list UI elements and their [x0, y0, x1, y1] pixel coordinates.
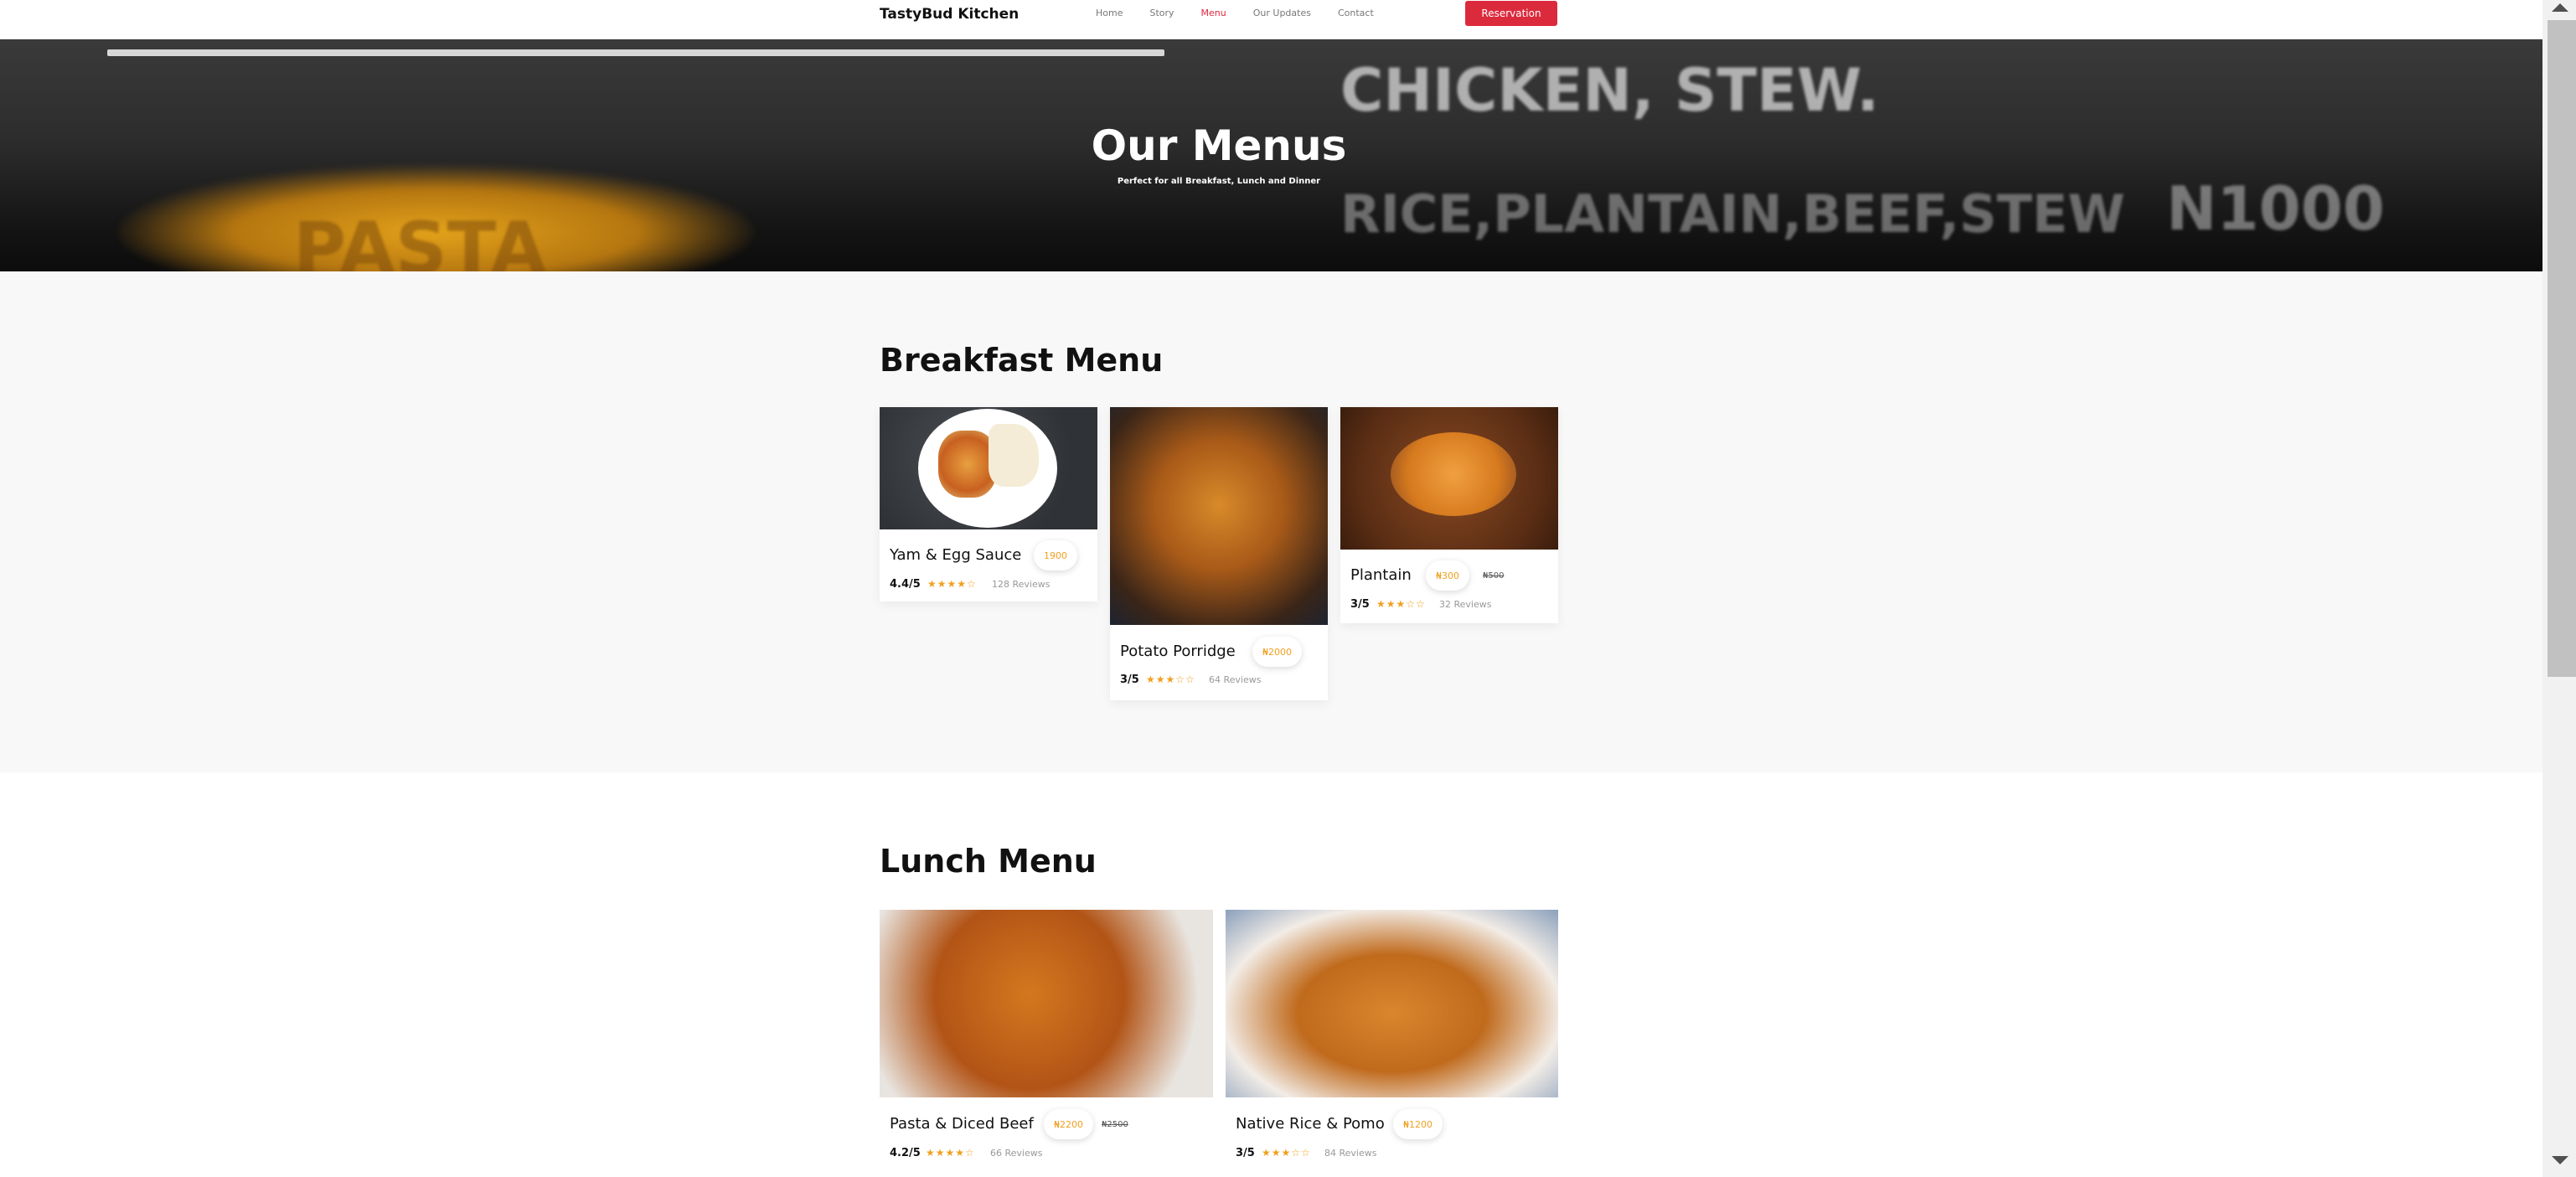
menu-card-potato-porridge[interactable]: Potato Porridge ₦2000 3/5 ★★★☆☆ 64 Revie… — [1110, 407, 1328, 700]
review-count: 66 Reviews — [990, 1148, 1043, 1159]
review-count: 128 Reviews — [992, 579, 1051, 590]
menu-card-native-rice[interactable]: Native Rice & Pomo ₦1200 3/5 ★★★☆☆ 84 Re… — [1226, 910, 1558, 1177]
price-badge: ₦2000 — [1252, 637, 1302, 667]
price-badge: ₦2200 — [1044, 1109, 1093, 1139]
star-rating-icon: ★★★☆☆ — [1146, 674, 1195, 685]
nav-link-contact[interactable]: Contact — [1338, 8, 1374, 19]
breakfast-title: Breakfast Menu — [880, 342, 1164, 379]
plantain-image — [1340, 407, 1558, 550]
nav-link-home[interactable]: Home — [1096, 8, 1123, 19]
nav-link-updates[interactable]: Our Updates — [1253, 8, 1311, 19]
item-name: Native Rice & Pomo — [1236, 1115, 1385, 1133]
scroll-up-arrow-icon[interactable] — [2552, 3, 2568, 12]
reservation-button[interactable]: Reservation — [1465, 1, 1557, 26]
native-rice-image — [1226, 910, 1558, 1097]
scrollbar-thumb[interactable] — [2548, 20, 2576, 677]
item-rating: 4.4/5 — [890, 578, 921, 591]
lunch-section: Lunch Menu Pasta & Diced Beef ₦2200 ₦250… — [0, 772, 2542, 1177]
menu-card-yam[interactable]: Yam & Egg Sauce 1900 4.4/5 ★★★★☆ 128 Rev… — [880, 407, 1097, 601]
nav-link-story[interactable]: Story — [1149, 8, 1174, 19]
lunch-title: Lunch Menu — [880, 843, 1097, 880]
item-rating: 4.2/5 — [890, 1147, 921, 1159]
menu-card-plantain[interactable]: Plantain ₦300 ₦500 3/5 ★★★☆☆ 32 Reviews — [1340, 407, 1558, 623]
nav-link-menu[interactable]: Menu — [1201, 8, 1226, 19]
item-rating: 3/5 — [1120, 674, 1139, 686]
star-rating-icon: ★★★★☆ — [926, 1147, 975, 1159]
price-badge: 1900 — [1034, 540, 1077, 570]
star-rating-icon: ★★★☆☆ — [1262, 1147, 1311, 1159]
potato-porridge-image — [1110, 407, 1328, 625]
item-name: Plantain — [1350, 566, 1412, 584]
brand-logo[interactable]: TastyBud Kitchen — [880, 6, 1019, 23]
review-count: 84 Reviews — [1324, 1148, 1377, 1159]
menu-card-pasta[interactable]: Pasta & Diced Beef ₦2200 ₦2500 4.2/5 ★★★… — [880, 910, 1213, 1177]
price-badge: ₦1200 — [1393, 1109, 1443, 1139]
hero-background-text: RICE,PLANTAIN,BEEF,STEW — [1340, 183, 2125, 245]
hero-background-text: CHICKEN, STEW. — [1340, 56, 1880, 125]
breakfast-section: Breakfast Menu Yam & Egg Sauce 1900 4.4/… — [0, 271, 2542, 772]
hero-background-text: PASTA — [293, 207, 547, 271]
item-rating: 3/5 — [1236, 1147, 1255, 1159]
hero-banner: CHICKEN, STEW. RICE,PLANTAIN,BEEF,STEW N… — [0, 39, 2542, 271]
item-rating: 3/5 — [1350, 598, 1370, 611]
item-name: Yam & Egg Sauce — [890, 546, 1022, 564]
star-rating-icon: ★★★☆☆ — [1376, 598, 1426, 610]
hero-background-line — [107, 49, 1164, 56]
nav-links: Home Story Menu Our Updates Contact — [1096, 8, 1401, 19]
old-price: ₦2500 — [1102, 1120, 1128, 1129]
yam-image — [880, 407, 1097, 529]
review-count: 64 Reviews — [1209, 674, 1262, 685]
star-rating-icon: ★★★★☆ — [927, 578, 977, 590]
top-navbar: TastyBud Kitchen Home Story Menu Our Upd… — [0, 0, 2542, 39]
item-name: Pasta & Diced Beef — [890, 1115, 1034, 1133]
scroll-down-arrow-icon[interactable] — [2552, 1156, 2568, 1164]
page-title: Our Menus — [1091, 121, 1347, 170]
pasta-image — [880, 910, 1213, 1097]
item-name: Potato Porridge — [1120, 643, 1236, 660]
price-badge: ₦300 — [1426, 560, 1469, 591]
page-subtitle: Perfect for all Breakfast, Lunch and Din… — [1117, 177, 1321, 186]
review-count: 32 Reviews — [1439, 599, 1492, 610]
old-price: ₦500 — [1483, 571, 1505, 581]
